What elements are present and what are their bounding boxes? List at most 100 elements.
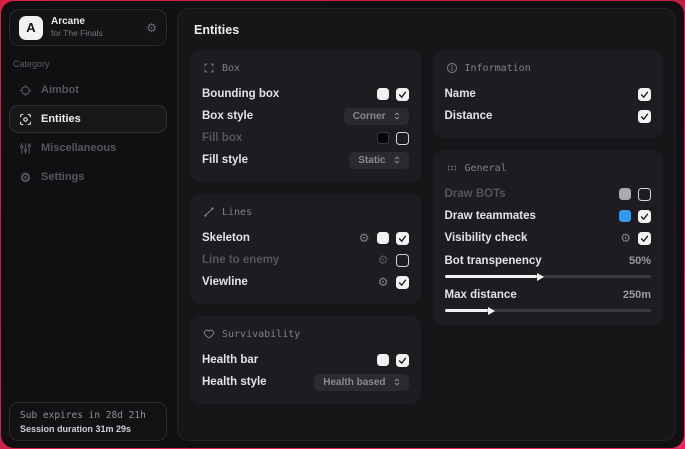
sidebar-item-miscellaneous[interactable]: Miscellaneous xyxy=(9,134,167,162)
sub-expiry-text: Sub expires in 28d 21h xyxy=(20,410,156,421)
gear-icon: ⚙ xyxy=(19,171,32,184)
setting-label: Visibility check xyxy=(445,232,528,244)
info-icon xyxy=(446,62,458,74)
crosshair-icon xyxy=(19,84,32,97)
desktop-background: A Arcane for The Finals ⚙ Category Aimbo… xyxy=(0,0,685,449)
setting-label: Max distance xyxy=(445,289,517,301)
checkbox[interactable] xyxy=(638,188,651,201)
setting-label: Skeleton xyxy=(202,232,250,244)
sidebar: A Arcane for The Finals ⚙ Category Aimbo… xyxy=(1,1,175,448)
app-name: Arcane xyxy=(51,16,103,28)
setting-label: Bounding box xyxy=(202,88,279,100)
information-card: Information Name Distance xyxy=(433,50,664,138)
sidebar-item-entities[interactable]: Entities xyxy=(9,105,167,133)
setting-label: Viewline xyxy=(202,276,248,288)
setting-label: Name xyxy=(445,88,476,100)
checkbox[interactable] xyxy=(396,254,409,267)
card-header-label: Lines xyxy=(222,207,252,218)
checkbox[interactable] xyxy=(396,88,409,101)
left-column: Box Bounding box B xyxy=(190,50,421,404)
fill-style-dropdown[interactable]: Static xyxy=(349,152,408,169)
heart-icon xyxy=(203,328,215,340)
setting-row-bounding-box: Bounding box xyxy=(202,83,409,105)
color-swatch[interactable] xyxy=(377,232,389,244)
setting-row-fill-box: Fill box xyxy=(202,127,409,149)
checkbox[interactable] xyxy=(638,110,651,123)
card-header-label: Box xyxy=(222,63,240,74)
information-card-header: Information xyxy=(446,62,651,74)
setting-row-health-style: Health style Health based xyxy=(202,371,409,393)
lines-card-header: Lines xyxy=(203,206,408,218)
brand-card: A Arcane for The Finals ⚙ xyxy=(9,9,167,46)
category-label: Category xyxy=(13,59,163,69)
gear-icon[interactable]: ⚙ xyxy=(359,232,370,244)
sidebar-item-label: Entities xyxy=(41,113,81,125)
setting-row-line-to-enemy: Line to enemy ⚙ xyxy=(202,249,409,271)
sidebar-item-label: Settings xyxy=(41,171,84,183)
box-brackets-icon xyxy=(203,62,215,74)
color-swatch[interactable] xyxy=(619,188,631,200)
brand-text: Arcane for The Finals xyxy=(51,16,103,38)
bot-transparency-group: Bot transpenency 50% xyxy=(445,252,652,278)
chevrons-up-down-icon xyxy=(392,111,402,121)
setting-label: Bot transpenency xyxy=(445,255,542,267)
general-card-header: General xyxy=(446,162,651,174)
gear-icon[interactable]: ⚙ xyxy=(146,22,157,34)
bot-transparency-slider[interactable] xyxy=(445,275,652,278)
color-swatch[interactable] xyxy=(377,354,389,366)
diagonal-line-icon xyxy=(203,206,215,218)
setting-row-draw-bots: Draw BOTs xyxy=(445,183,652,205)
gear-icon[interactable]: ⚙ xyxy=(378,254,389,266)
sidebar-item-aimbot[interactable]: Aimbot xyxy=(9,76,167,104)
setting-label: Health bar xyxy=(202,354,258,366)
setting-row-health-bar: Health bar xyxy=(202,349,409,371)
checkbox[interactable] xyxy=(638,210,651,223)
card-header-label: Information xyxy=(465,63,531,74)
sidebar-item-label: Aimbot xyxy=(41,84,79,96)
checkbox[interactable] xyxy=(638,88,651,101)
app-window: A Arcane for The Finals ⚙ Category Aimbo… xyxy=(1,1,684,448)
checkbox[interactable] xyxy=(396,232,409,245)
dropdown-value: Health based xyxy=(323,377,385,388)
card-header-label: Survivability xyxy=(222,329,300,340)
color-swatch[interactable] xyxy=(377,88,389,100)
sliders-icon xyxy=(19,142,32,155)
setting-label: Draw teammates xyxy=(445,210,536,222)
setting-row-viewline: Viewline ⚙ xyxy=(202,271,409,293)
session-duration-text: Session duration 31m 29s xyxy=(20,424,156,434)
setting-row-visibility-check: Visibility check ⚙ xyxy=(445,227,652,249)
box-style-dropdown[interactable]: Corner xyxy=(344,108,409,125)
setting-row-draw-teammates: Draw teammates xyxy=(445,205,652,227)
color-swatch[interactable] xyxy=(619,210,631,222)
slider-value: 50% xyxy=(629,255,651,267)
setting-label: Line to enemy xyxy=(202,254,279,266)
page-title: Entities xyxy=(194,23,659,37)
sidebar-item-label: Miscellaneous xyxy=(41,142,116,154)
checkbox[interactable] xyxy=(396,276,409,289)
setting-label: Draw BOTs xyxy=(445,188,506,200)
dropdown-value: Static xyxy=(358,155,385,166)
setting-label: Health style xyxy=(202,376,267,388)
right-column: Information Name Distance xyxy=(433,50,664,325)
chevrons-up-down-icon xyxy=(392,155,402,165)
health-style-dropdown[interactable]: Health based xyxy=(314,374,408,391)
card-columns: Box Bounding box B xyxy=(188,50,665,404)
slider-fill[interactable] xyxy=(445,275,538,278)
gear-icon[interactable]: ⚙ xyxy=(620,232,631,244)
setting-label: Fill style xyxy=(202,154,248,166)
survivability-card: Survivability Health bar xyxy=(190,316,421,404)
lines-card: Lines Skeleton ⚙ xyxy=(190,194,421,304)
checkbox[interactable] xyxy=(638,232,651,245)
checkbox[interactable] xyxy=(396,132,409,145)
color-swatch[interactable] xyxy=(377,132,389,144)
setting-label: Distance xyxy=(445,110,493,122)
gear-icon[interactable]: ⚙ xyxy=(378,276,389,288)
dropdown-value: Corner xyxy=(353,111,386,122)
slider-value: 250m xyxy=(623,289,651,301)
checkbox[interactable] xyxy=(396,354,409,367)
setting-row-name: Name xyxy=(445,83,652,105)
sidebar-item-settings[interactable]: ⚙ Settings xyxy=(9,163,167,191)
max-distance-slider[interactable] xyxy=(445,309,652,312)
setting-row-fill-style: Fill style Static xyxy=(202,149,409,171)
slider-fill[interactable] xyxy=(445,309,488,312)
